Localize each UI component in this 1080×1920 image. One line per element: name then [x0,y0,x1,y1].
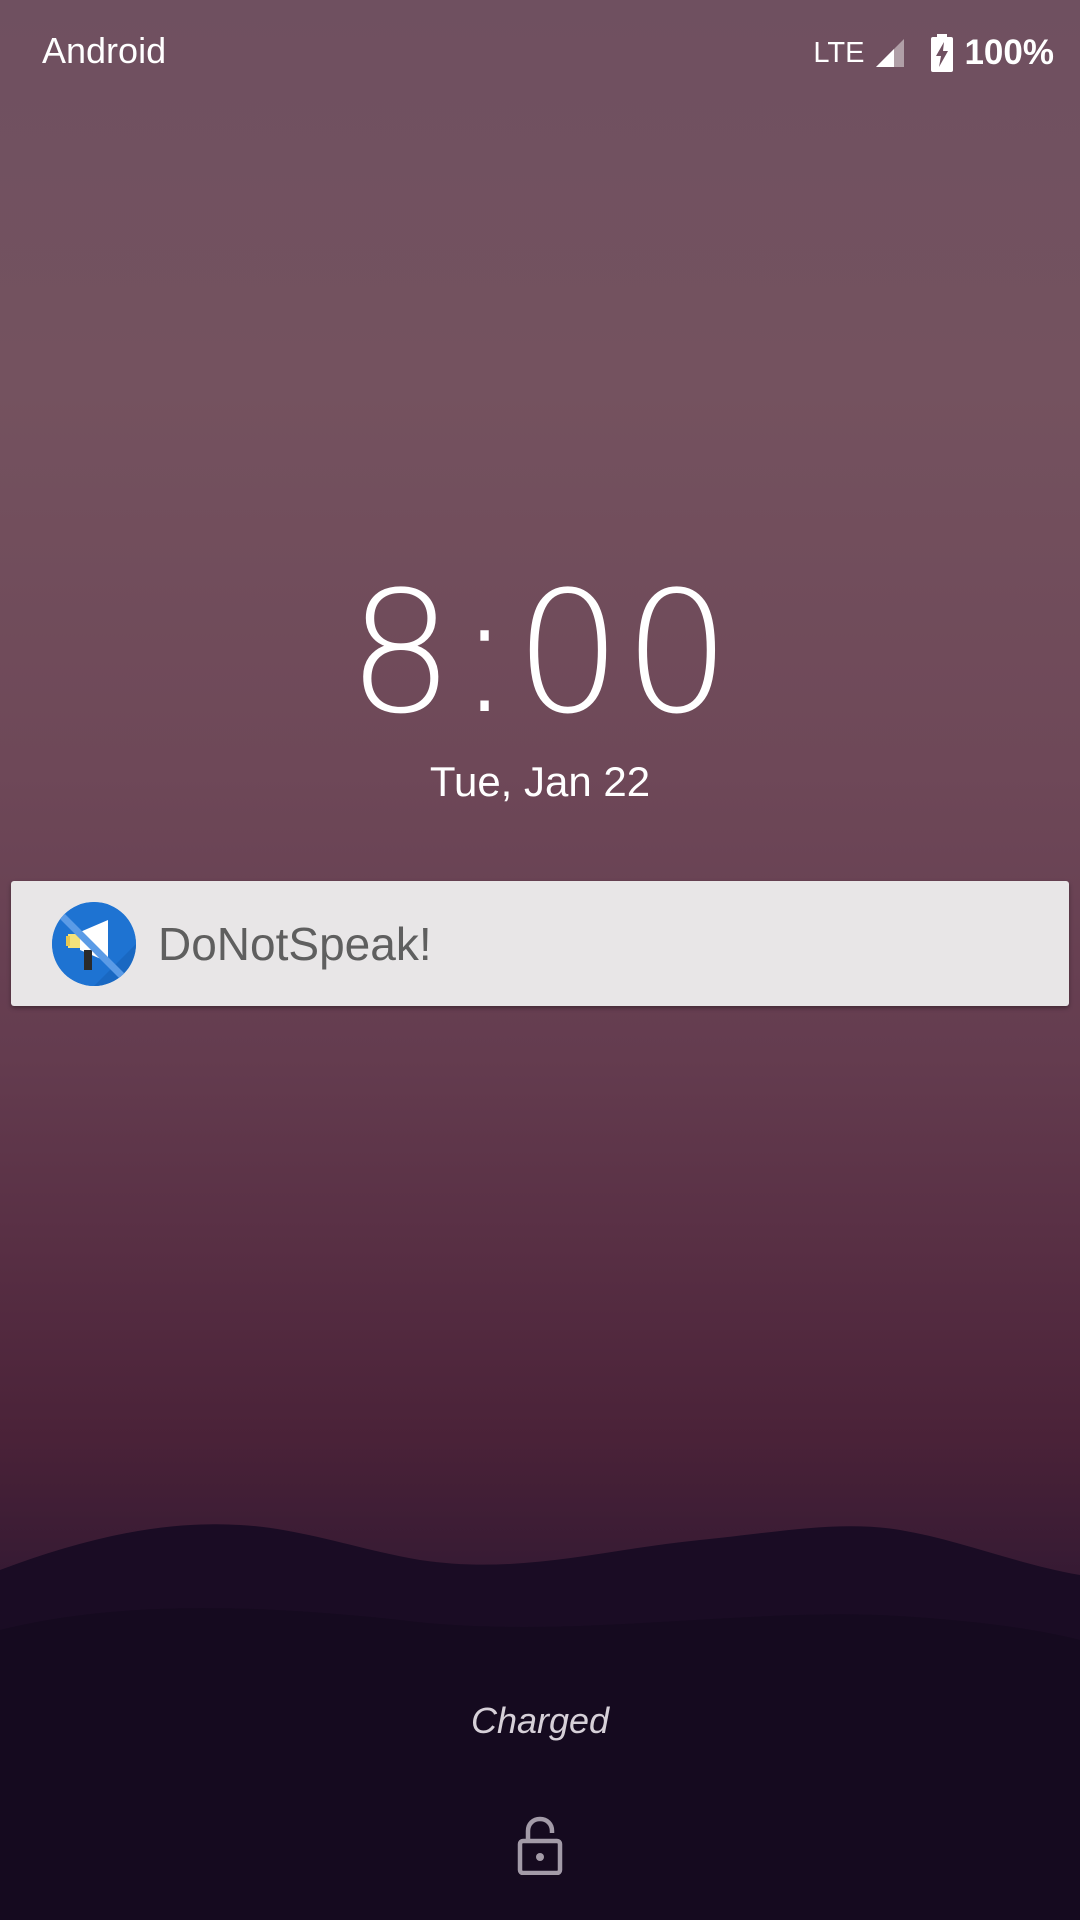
network-type-label: LTE [813,36,865,69]
cell-signal-icon [876,39,905,67]
lock-icon[interactable] [516,1815,564,1875]
status-icons: LTE 100% [813,30,1054,76]
lock-screen: Android LTE 100% 8:00 Tue, Jan 22 DoNotS… [0,0,1080,1920]
notification-card[interactable]: DoNotSpeak! [11,881,1069,1006]
charging-status: Charged [470,1700,610,1741]
clock-time: 8:00 [347,555,733,751]
battery-charging-icon [931,34,954,72]
status-bar: Android LTE 100% [0,0,1080,110]
megaphone-muted-icon [52,901,136,986]
carrier-label: Android [42,30,167,71]
clock-date: Tue, Jan 22 [429,758,651,805]
notification-title: DoNotSpeak! [158,917,432,970]
battery-percent-label: 100% [964,33,1054,72]
